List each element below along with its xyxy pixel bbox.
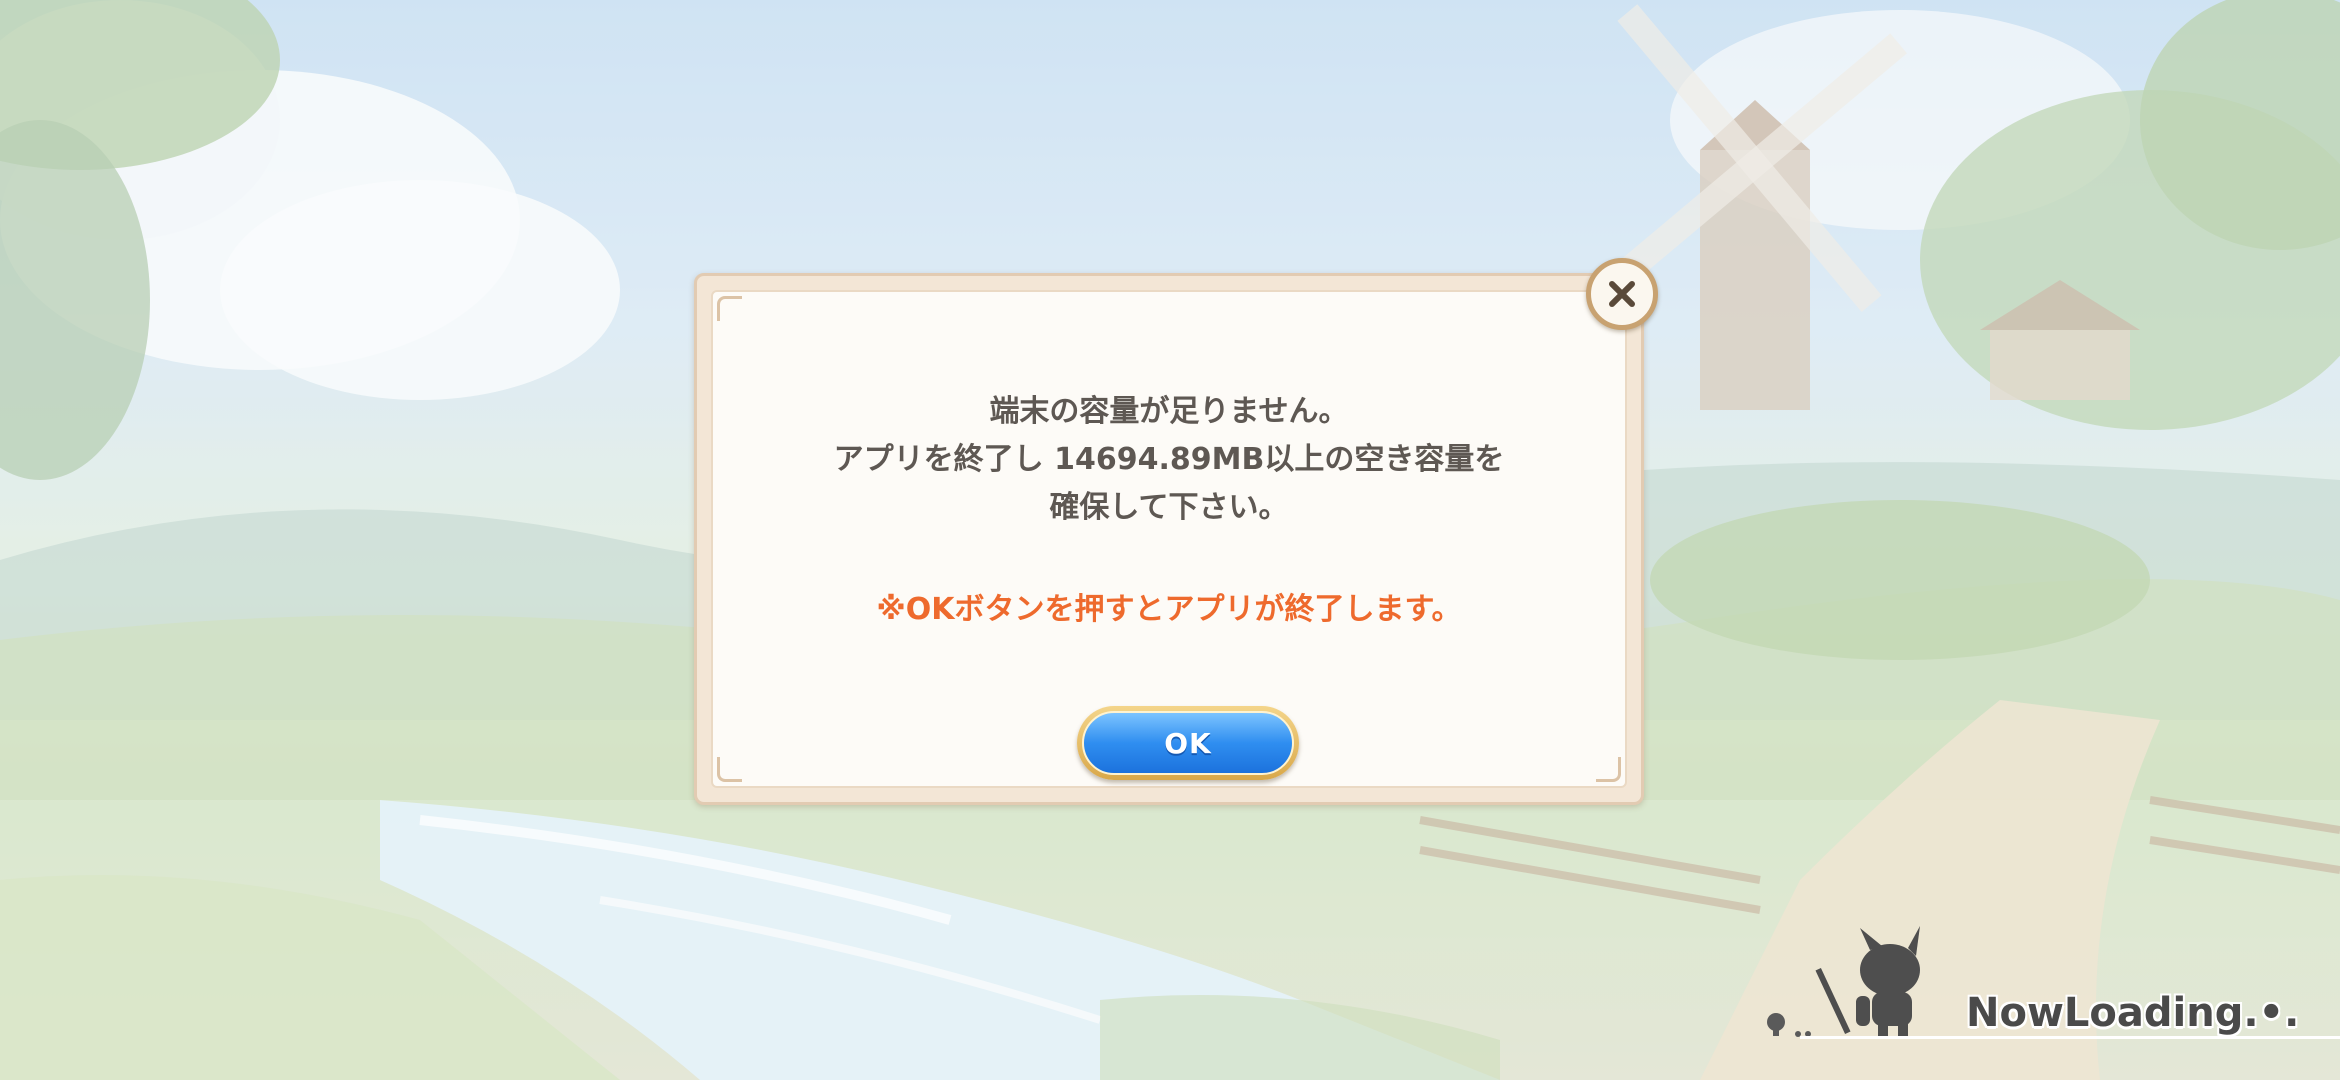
chibi-character-icon xyxy=(1767,926,1920,1038)
close-button[interactable] xyxy=(1586,258,1658,330)
loading-text: NowLoading.•. xyxy=(1966,990,2300,1036)
ok-button[interactable]: OK xyxy=(1077,706,1299,780)
close-icon xyxy=(1609,281,1635,307)
dialog-panel: 端末の容量が足りません。 アプリを終了し 14694.89MB以上の空き容量を … xyxy=(711,290,1627,788)
frame-corner xyxy=(717,296,742,321)
frame-corner xyxy=(1596,757,1621,782)
storage-warning-dialog: 端末の容量が足りません。 アプリを終了し 14694.89MB以上の空き容量を … xyxy=(694,273,1644,805)
message-line-2: アプリを終了し 14694.89MB以上の空き容量を xyxy=(833,442,1505,477)
frame-corner xyxy=(717,757,742,782)
ok-button-label: OK xyxy=(1082,711,1294,775)
dialog-message: 端末の容量が足りません。 アプリを終了し 14694.89MB以上の空き容量を … xyxy=(713,388,1625,532)
now-loading-indicator: NowLoading.•. xyxy=(1760,926,2340,1046)
message-line-1: 端末の容量が足りません。 xyxy=(989,394,1349,429)
dialog-note: ※OKボタンを押すとアプリが終了します。 xyxy=(876,592,1462,627)
message-line-3: 確保して下さい。 xyxy=(1049,490,1289,525)
loading-underline xyxy=(1800,1036,2340,1039)
